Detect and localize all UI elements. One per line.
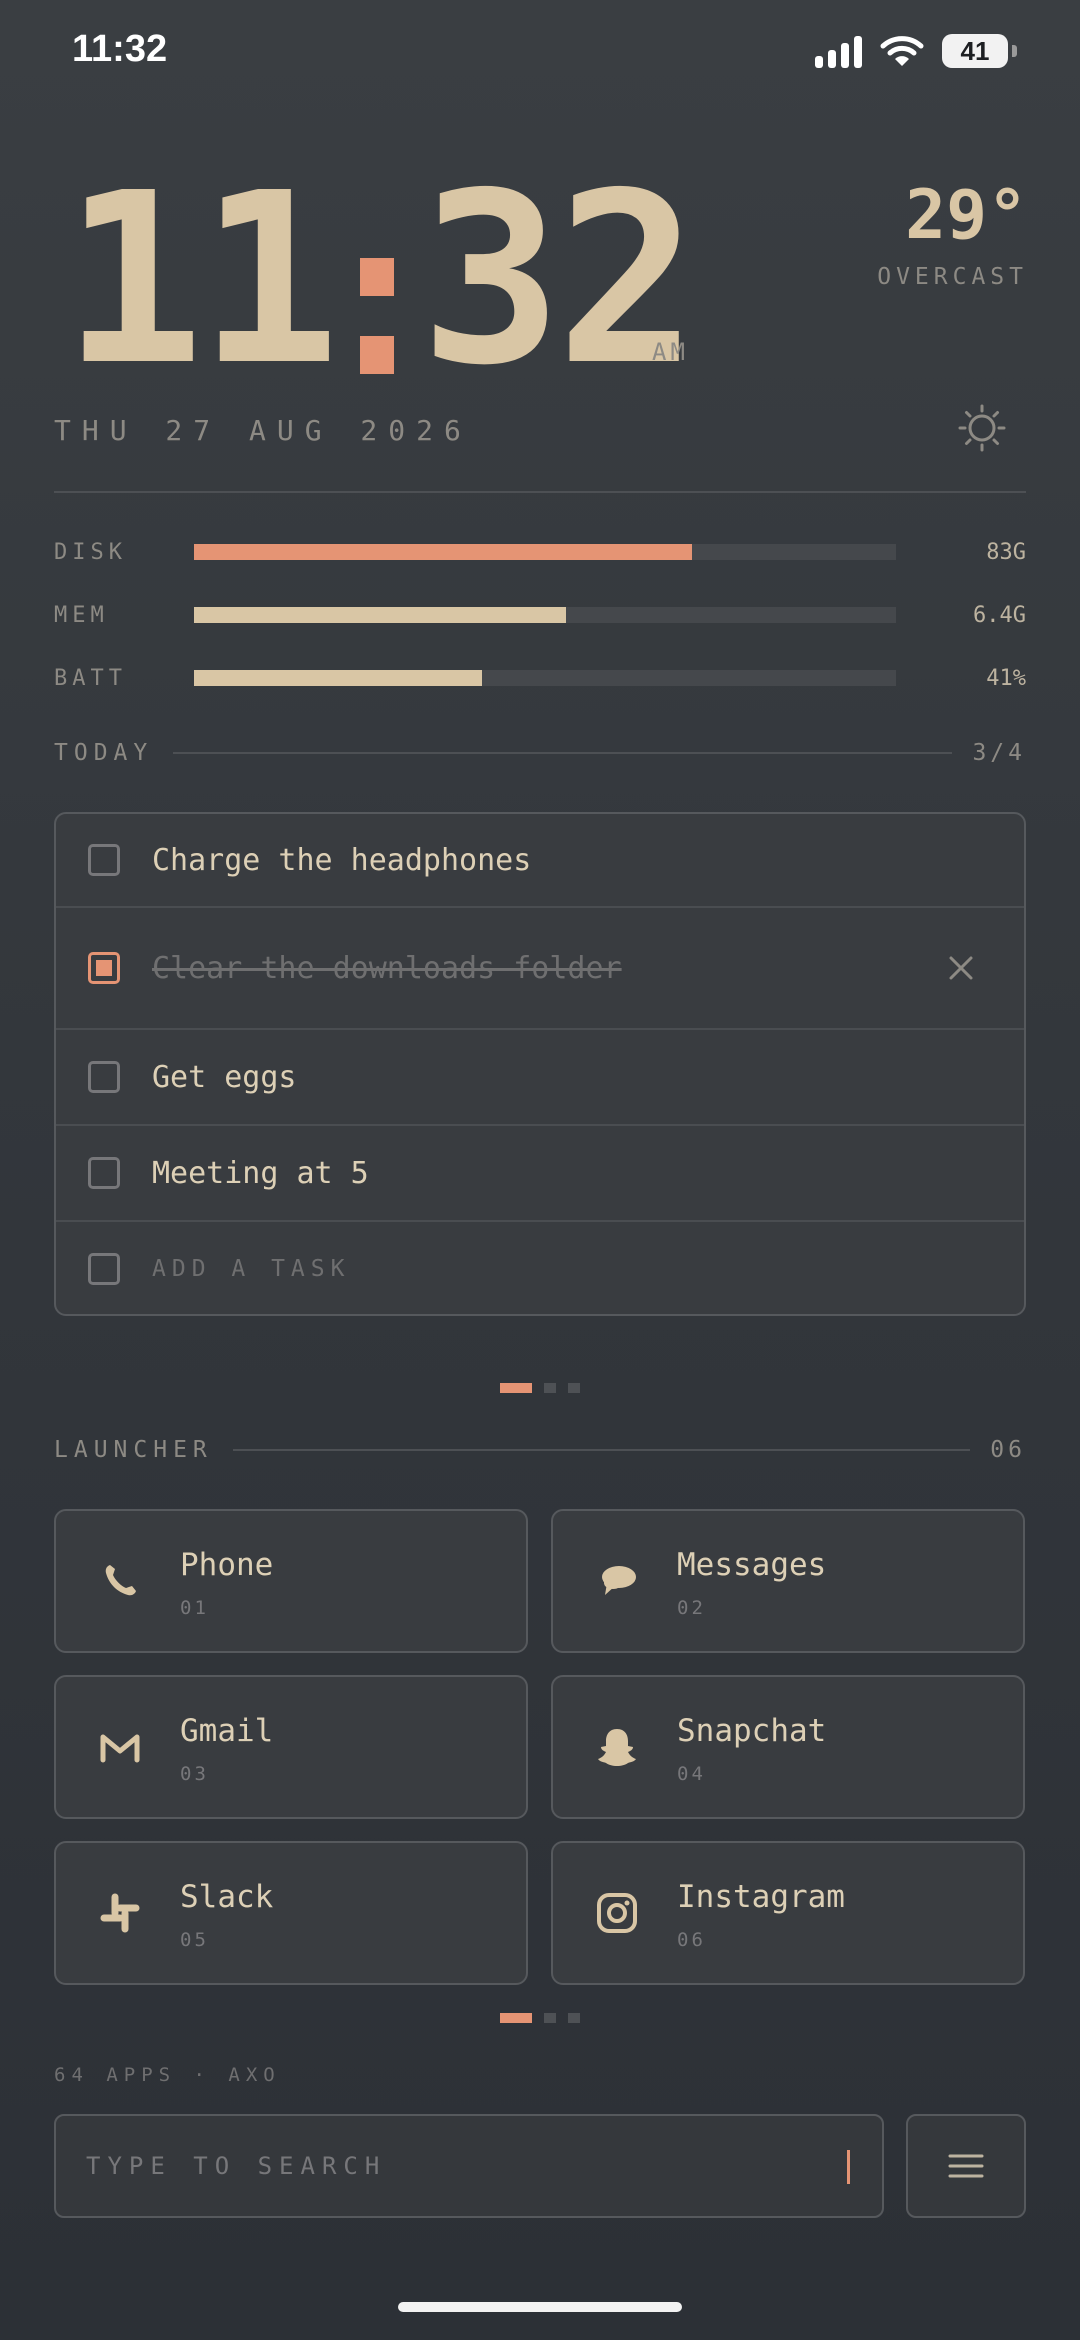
task-list: Charge the headphones Clear the download… [54, 812, 1026, 1316]
clock-hours: 11 [62, 142, 340, 417]
divider [54, 491, 1026, 493]
app-name: Phone [180, 1547, 274, 1583]
meter-fill [194, 607, 567, 623]
menu-button[interactable] [906, 2114, 1026, 2218]
app-number: 04 [677, 1763, 706, 1785]
clock-ampm: AM [652, 338, 689, 366]
sun-icon[interactable] [958, 404, 1006, 452]
meter-label: DISK [54, 539, 127, 565]
app-number: 05 [180, 1929, 209, 1951]
apps-footnote: 64 APPS · AXO [54, 2064, 281, 2086]
task-item[interactable]: Charge the headphones [56, 814, 1024, 908]
app-name: Snapchat [677, 1713, 827, 1749]
app-number: 02 [677, 1597, 706, 1619]
app-name: Messages [677, 1547, 827, 1583]
messages-icon [602, 1566, 636, 1595]
cellular-signal-icon [815, 34, 862, 68]
launcher-header: LAUNCHER 06 [54, 1437, 1026, 1463]
status-time: 11:32 [72, 28, 168, 70]
menu-icon [948, 2154, 984, 2178]
task-text: Clear the downloads folder [152, 950, 622, 986]
task-checkbox[interactable] [88, 844, 120, 876]
task-checkbox[interactable] [88, 1061, 120, 1093]
meter-value: 6.4G [973, 602, 1026, 628]
instagram-icon [597, 1893, 637, 1933]
close-icon[interactable] [948, 955, 974, 981]
meter-fill [194, 670, 482, 686]
add-task-row[interactable]: ADD A TASK [56, 1222, 1024, 1314]
text-caret [847, 2150, 850, 2184]
task-checkbox[interactable] [88, 1157, 120, 1189]
app-tile-instagram[interactable]: Instagram 06 [551, 1841, 1025, 1985]
slack-icon [100, 1893, 140, 1933]
meter-track [194, 607, 896, 623]
app-tile-snapchat[interactable]: Snapchat 04 [551, 1675, 1025, 1819]
app-count: 06 [990, 1437, 1026, 1463]
phone-icon [105, 1565, 136, 1596]
date: THU 27 AUG 2026 [54, 414, 472, 447]
search-input[interactable] [86, 2116, 846, 2216]
task-text: Meeting at 5 [152, 1155, 369, 1191]
snapchat-icon [598, 1729, 636, 1766]
task-text: Charge the headphones [152, 842, 532, 878]
meter-label: BATT [54, 665, 127, 691]
status-icons: 41 [815, 34, 1017, 68]
gmail-icon [100, 1734, 140, 1763]
section-line [173, 752, 953, 754]
app-tile-messages[interactable]: Messages 02 [551, 1509, 1025, 1653]
clock-colon [360, 258, 395, 374]
section-label: TODAY [54, 740, 154, 766]
meter-fill [194, 544, 693, 560]
app-tile-phone[interactable]: Phone 01 [54, 1509, 528, 1653]
today-header: TODAY 3/4 [54, 740, 1026, 766]
meter-value: 83G [986, 539, 1026, 565]
app-number: 06 [677, 1929, 706, 1951]
meter-track [194, 670, 896, 686]
wifi-icon [880, 36, 924, 66]
search-box[interactable] [54, 2114, 884, 2218]
app-number: 03 [180, 1763, 209, 1785]
launcher-page-dots[interactable] [500, 2013, 580, 2023]
task-checkbox[interactable] [88, 1253, 120, 1285]
meter-value: 41% [986, 665, 1026, 691]
meter-label: MEM [54, 602, 109, 628]
home-indicator[interactable] [398, 2302, 682, 2312]
app-name: Slack [180, 1879, 274, 1915]
weather-temp[interactable]: 29° [905, 176, 1028, 255]
page-dots[interactable] [500, 1383, 580, 1393]
section-line [232, 1449, 971, 1451]
weather-condition: OVERCAST [877, 264, 1028, 290]
meter-batt: BATT 41% [54, 663, 1026, 693]
task-item[interactable]: Get eggs [56, 1030, 1024, 1126]
task-item[interactable]: Clear the downloads folder [56, 908, 1024, 1030]
task-checkbox-checked[interactable] [88, 952, 120, 984]
add-task-placeholder[interactable]: ADD A TASK [152, 1256, 350, 1282]
meter-disk: DISK 83G [54, 537, 1026, 567]
task-count: 3/4 [972, 740, 1026, 766]
app-name: Instagram [677, 1879, 845, 1915]
meter-mem: MEM 6.4G [54, 600, 1026, 630]
clock: 11 32 [62, 142, 698, 417]
app-tile-slack[interactable]: Slack 05 [54, 1841, 528, 1985]
app-number: 01 [180, 1597, 209, 1619]
section-label: LAUNCHER [54, 1437, 213, 1463]
task-text: Get eggs [152, 1059, 297, 1095]
meter-track [194, 544, 896, 560]
task-item[interactable]: Meeting at 5 [56, 1126, 1024, 1222]
battery-icon: 41 [942, 34, 1017, 68]
app-tile-gmail[interactable]: Gmail 03 [54, 1675, 528, 1819]
app-name: Gmail [180, 1713, 274, 1749]
